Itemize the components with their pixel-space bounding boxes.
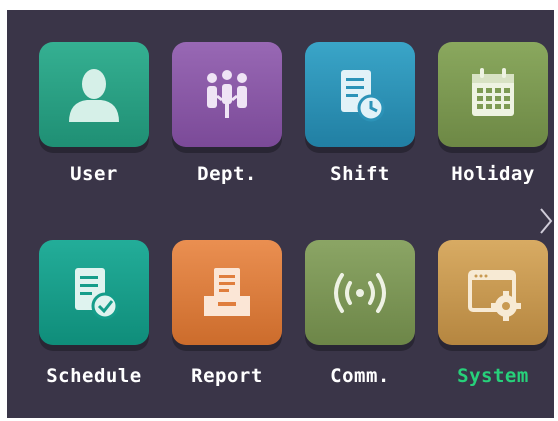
schedule-tile[interactable] — [39, 240, 149, 345]
menu-screen: User Dept. Shift Holiday Schedule Report… — [7, 10, 554, 418]
shift-tile[interactable] — [305, 42, 415, 147]
department-icon — [207, 69, 247, 118]
report-label: Report — [191, 365, 263, 387]
system-tile[interactable] — [438, 240, 548, 345]
schedule-icon — [75, 267, 119, 319]
holiday-tile[interactable] — [438, 42, 548, 147]
report-icon — [204, 267, 250, 316]
schedule-label: Schedule — [46, 365, 142, 387]
user-label: User — [70, 163, 118, 185]
dept-tile[interactable] — [172, 42, 282, 147]
chevron-right-icon[interactable] — [538, 206, 554, 236]
shift-icon — [341, 69, 385, 121]
dept-label: Dept. — [197, 163, 257, 185]
shift-label: Shift — [330, 163, 390, 185]
system-label: System — [457, 365, 529, 387]
user-icon — [69, 68, 119, 122]
comm-label: Comm. — [330, 365, 390, 387]
user-tile[interactable] — [39, 42, 149, 147]
report-tile[interactable] — [172, 240, 282, 345]
calendar-icon — [472, 67, 514, 116]
system-settings-icon — [468, 269, 521, 321]
wireless-icon — [334, 272, 386, 313]
comm-tile[interactable] — [305, 240, 415, 345]
holiday-label: Holiday — [451, 163, 535, 185]
